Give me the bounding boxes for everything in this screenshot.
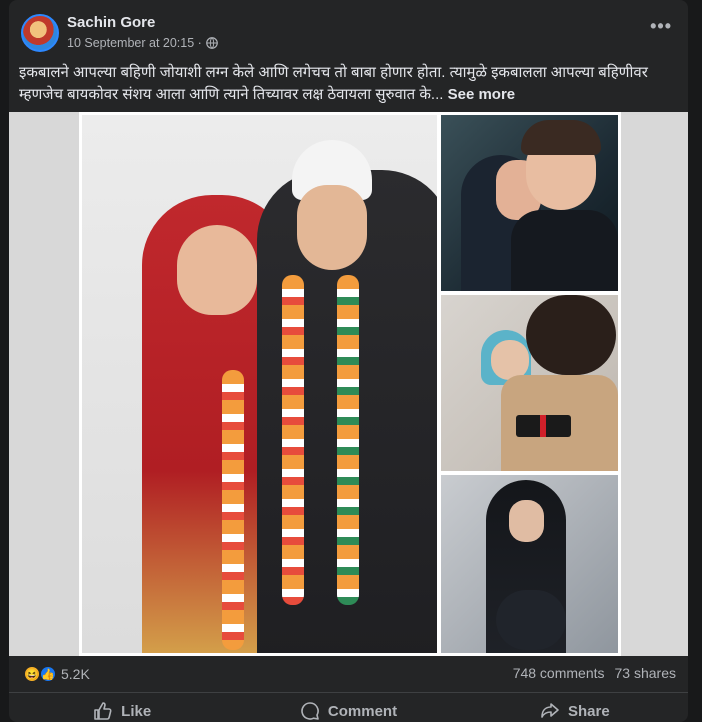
- thumbs-up-icon: [94, 702, 112, 720]
- post-image[interactable]: [9, 112, 688, 656]
- like-reaction-icon: 👍: [39, 665, 57, 683]
- engagement-counts: 748 comments 73 shares: [513, 665, 676, 681]
- like-label: Like: [121, 702, 152, 720]
- comment-icon: [301, 702, 319, 720]
- post-text-block: इकबालने आपल्या बहिणी जोयाशी लग्न केले आण…: [19, 62, 669, 106]
- pregnant-woman-photo: [441, 475, 618, 653]
- post-text: इकबालने आपल्या बहिणी जोयाशी लग्न केले आण…: [19, 64, 648, 103]
- post-stats: 😆 👍 5.2K 748 comments 73 shares: [9, 656, 688, 693]
- post-card: Sachin Gore 10 September at 20:15 · ••• …: [9, 0, 688, 722]
- gift-hug-photo: [441, 295, 618, 471]
- wedding-photo: [82, 115, 437, 653]
- post-meta: 10 September at 20:15 ·: [67, 36, 218, 50]
- comment-count[interactable]: 748 comments: [513, 665, 605, 681]
- comment-button[interactable]: Comment: [235, 694, 461, 722]
- post-header: Sachin Gore 10 September at 20:15 · •••: [9, 0, 688, 60]
- reaction-count: 5.2K: [61, 666, 90, 682]
- author-avatar[interactable]: [21, 14, 59, 52]
- share-label: Share: [567, 702, 610, 720]
- author-name[interactable]: Sachin Gore: [67, 14, 155, 31]
- globe-icon: [205, 37, 218, 49]
- more-options-icon[interactable]: •••: [650, 16, 672, 37]
- share-icon: [541, 703, 559, 718]
- reactions-summary[interactable]: 😆 👍 5.2K: [23, 665, 90, 683]
- post-timestamp[interactable]: 10 September at 20:15 ·: [67, 36, 202, 50]
- share-count[interactable]: 73 shares: [615, 665, 676, 681]
- comment-label: Comment: [327, 702, 398, 720]
- couple-photo: [441, 115, 618, 291]
- like-button[interactable]: Like: [9, 694, 235, 722]
- post-actions: Like Comment Share: [9, 694, 688, 722]
- see-more-link[interactable]: See more: [448, 86, 516, 103]
- image-collage: [79, 112, 621, 656]
- share-button[interactable]: Share: [462, 694, 688, 722]
